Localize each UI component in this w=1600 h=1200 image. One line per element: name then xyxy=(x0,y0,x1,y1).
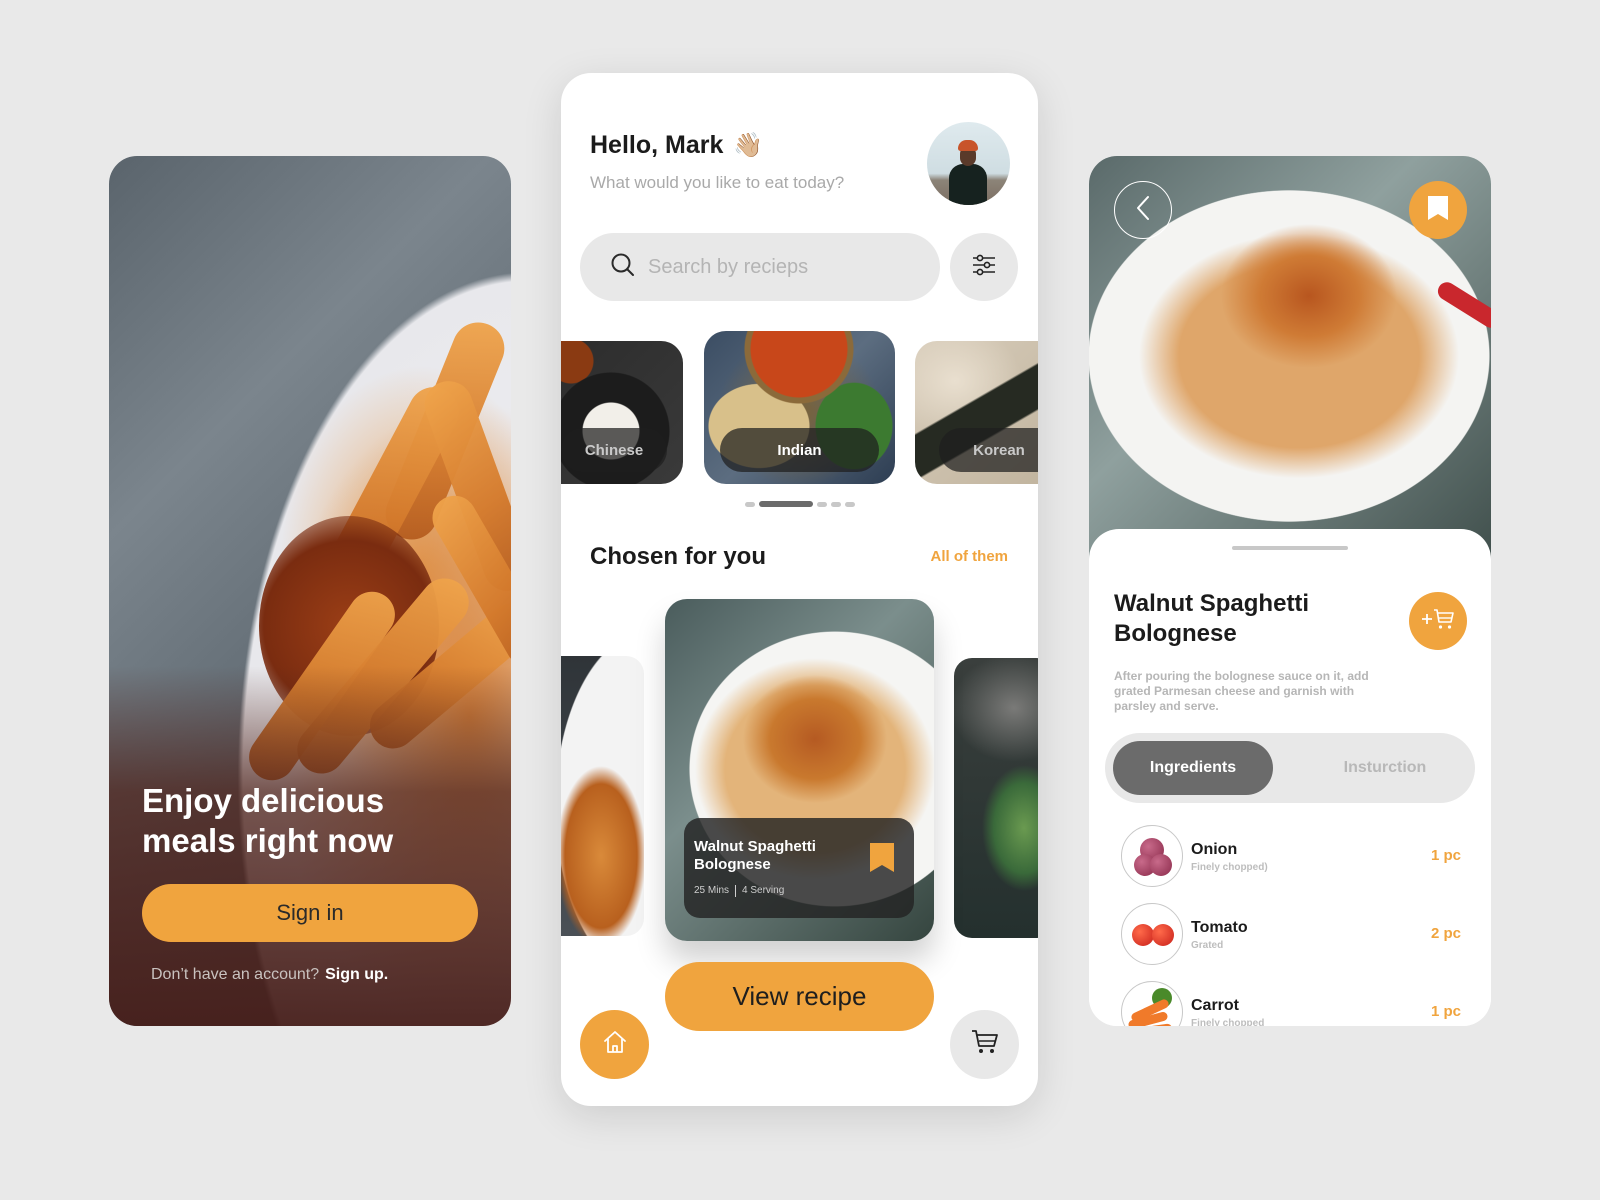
bookmark-icon[interactable] xyxy=(869,842,895,878)
recipe-time: 25 Mins xyxy=(694,885,730,896)
ingredient-row[interactable]: Onion Finely chopped) 1 pc xyxy=(1121,825,1461,889)
ingredient-name: Tomato xyxy=(1191,919,1248,936)
ingredient-note: Finely chopped xyxy=(1191,1018,1265,1026)
recipe-meta: 25 Mins 4 Serving xyxy=(694,885,784,897)
add-to-cart-button[interactable] xyxy=(1409,592,1467,650)
greeting: Hello, Mark 👋🏼 xyxy=(590,131,763,160)
category-label: Korean xyxy=(939,428,1038,472)
ingredient-note: Grated xyxy=(1191,940,1224,951)
tomato-icon xyxy=(1121,903,1183,965)
featured-recipe-card[interactable]: Walnut Spaghetti Bolognese 25 Mins 4 Ser… xyxy=(665,599,934,941)
all-of-them-link[interactable]: All of them xyxy=(931,548,1009,565)
carrot-icon xyxy=(1121,981,1183,1026)
search-icon xyxy=(610,252,636,283)
category-label: Chinese xyxy=(561,428,667,472)
cart-icon xyxy=(971,1029,999,1060)
carousel-dot[interactable] xyxy=(745,501,755,507)
onion-icon xyxy=(1121,825,1183,887)
recipe-card-next[interactable] xyxy=(954,658,1038,938)
recipe-sheet: Walnut Spaghetti Bolognese After pouring… xyxy=(1089,529,1491,1026)
ingredient-name: Carrot xyxy=(1191,997,1240,1014)
search-input[interactable] xyxy=(648,255,908,279)
home-icon xyxy=(602,1029,628,1060)
bookmark-button[interactable] xyxy=(1409,181,1467,239)
meta-divider xyxy=(735,885,737,897)
drag-handle[interactable] xyxy=(1232,546,1348,550)
tab-instruction[interactable]: Insturction xyxy=(1305,741,1465,795)
ingredient-quantity: 2 pc xyxy=(1430,925,1461,942)
category-indian[interactable]: Indian xyxy=(704,331,895,484)
recipe-description: After pouring the bolognese sauce on it,… xyxy=(1114,669,1369,713)
carousel-dot[interactable] xyxy=(817,501,827,507)
ingredient-quantity: 1 pc xyxy=(1430,1003,1461,1020)
bookmark-icon xyxy=(1427,195,1449,226)
greeting-text: Hello, Mark xyxy=(590,131,724,159)
filter-button[interactable] xyxy=(950,233,1018,301)
cart-nav-button[interactable] xyxy=(950,1010,1019,1079)
category-label: Indian xyxy=(720,428,879,472)
tab-ingredients[interactable]: Ingredients xyxy=(1113,741,1273,795)
ingredient-quantity: 1 pc xyxy=(1430,847,1461,864)
ingredient-row[interactable]: Carrot Finely chopped 1 pc xyxy=(1121,981,1461,1026)
search-bar[interactable] xyxy=(580,233,940,301)
user-avatar[interactable] xyxy=(927,122,1010,205)
carousel-dot[interactable] xyxy=(845,501,855,507)
ingredient-name: Onion xyxy=(1191,841,1238,858)
sliders-icon xyxy=(972,254,996,281)
welcome-headline: Enjoy delicious meals right now xyxy=(142,782,394,859)
view-recipe-button[interactable]: View recipe xyxy=(665,962,934,1031)
recipe-info-panel: Walnut Spaghetti Bolognese 25 Mins 4 Ser… xyxy=(684,818,914,918)
add-to-cart-icon xyxy=(1420,607,1456,636)
recipe-title: Walnut Spaghetti Bolognese xyxy=(1114,590,1310,647)
ingredient-note: Finely chopped) xyxy=(1191,862,1268,873)
carousel-indicator xyxy=(745,501,855,507)
recipe-detail-screen: Walnut Spaghetti Bolognese After pouring… xyxy=(1089,156,1491,1026)
category-chinese[interactable]: Chinese xyxy=(561,341,683,484)
greeting-subtitle: What would you like to eat today? xyxy=(590,173,845,192)
ingredient-row[interactable]: Tomato Grated 2 pc xyxy=(1121,903,1461,967)
carousel-dot[interactable] xyxy=(831,501,841,507)
home-nav-button[interactable] xyxy=(580,1010,649,1079)
category-korean[interactable]: Korean xyxy=(915,341,1038,484)
chevron-left-icon xyxy=(1134,195,1152,226)
home-screen: Hello, Mark 👋🏼 What would you like to ea… xyxy=(561,73,1038,1106)
recipe-title: Walnut Spaghetti Bolognese xyxy=(694,838,816,873)
no-account-text: Don’t have an account? xyxy=(151,966,320,983)
welcome-screen: Enjoy delicious meals right now Sign in … xyxy=(109,156,511,1026)
back-button[interactable] xyxy=(1114,181,1172,239)
signup-prompt: Don’t have an account? Sign up. xyxy=(151,966,388,984)
carousel-dot-active[interactable] xyxy=(759,501,813,507)
waving-hand-icon: 👋🏼 xyxy=(733,132,764,159)
section-title: Chosen for you xyxy=(590,543,767,570)
sign-in-button[interactable]: Sign in xyxy=(142,884,478,942)
recipe-servings: 4 Serving xyxy=(742,885,785,896)
detail-tabs: Ingredients Insturction xyxy=(1105,733,1475,803)
recipe-card-previous[interactable] xyxy=(561,656,644,936)
sign-up-link[interactable]: Sign up. xyxy=(325,966,388,983)
